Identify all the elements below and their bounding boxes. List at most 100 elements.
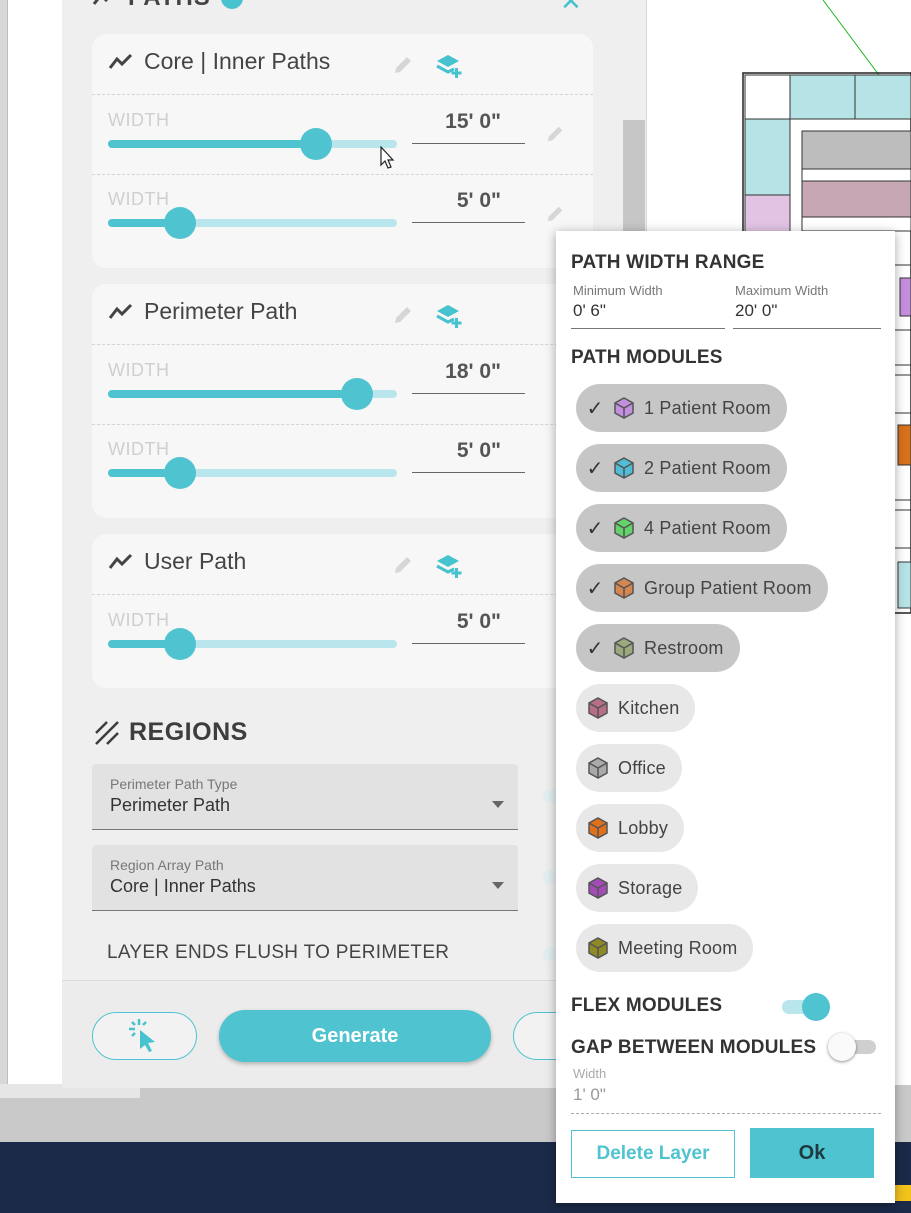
layer-ends-flush-label: LAYER ENDS FLUSH TO PERIMETER: [107, 942, 450, 963]
edit-pencil-icon[interactable]: [545, 204, 565, 224]
path-icon: [108, 53, 133, 69]
module-cube-icon: [588, 697, 608, 719]
module-chip[interactable]: ✓ 4 Patient Room: [576, 504, 787, 552]
module-cube-icon: [614, 517, 634, 539]
path-card-header: Core | Inner Paths: [108, 48, 330, 75]
width-slider[interactable]: [108, 457, 397, 489]
width-slider-fill: [108, 390, 357, 398]
path-card-core: Core | Inner Paths WIDTH 15' 0" WIDTH 5'…: [92, 34, 593, 268]
gap-width-underline: [571, 1113, 881, 1114]
toggle-knob: [828, 1033, 856, 1061]
width-slider-knob[interactable]: [300, 128, 333, 160]
cursor-click-icon: [129, 1019, 155, 1052]
check-icon: ✓: [586, 577, 604, 600]
row-divider: [92, 344, 593, 345]
width-slider-knob[interactable]: [164, 457, 197, 489]
minimum-width-field[interactable]: Minimum Width 0' 6": [571, 283, 725, 329]
gap-between-modules-toggle[interactable]: [828, 1033, 878, 1061]
row-divider: [92, 174, 593, 175]
module-chip-label: Office: [618, 757, 666, 778]
path-card-header: User Path: [108, 548, 246, 575]
module-chip[interactable]: ✓ Restroom: [576, 624, 740, 672]
regions-title: REGIONS: [129, 718, 248, 746]
info-icon[interactable]: [220, 0, 243, 9]
region-array-path-select[interactable]: Region Array Path Core | Inner Paths: [92, 845, 518, 911]
select-button[interactable]: [92, 1012, 197, 1060]
close-icon[interactable]: ✕: [560, 0, 582, 17]
select-value: Perimeter Path: [110, 795, 231, 815]
width-slider[interactable]: [108, 128, 397, 160]
flex-modules-toggle[interactable]: [782, 993, 830, 1021]
module-cube-icon: [588, 877, 608, 899]
edit-pencil-icon[interactable]: [545, 124, 565, 144]
regions-hatch-icon: [95, 720, 119, 745]
flex-modules-label: FLEX MODULES: [571, 995, 723, 1016]
window-left-edge: [0, 0, 8, 1090]
width-slider-fill: [108, 140, 317, 148]
edit-pencil-icon[interactable]: [392, 304, 414, 326]
width-value-field[interactable]: 5' 0": [412, 189, 525, 223]
module-chip[interactable]: Kitchen: [576, 684, 696, 732]
width-slider-knob[interactable]: [164, 207, 197, 239]
dropdown-caret-icon: [492, 882, 504, 889]
taskbar-tray-icon[interactable]: [893, 1185, 911, 1201]
ok-button[interactable]: Ok: [750, 1128, 874, 1178]
field-label: Minimum Width: [573, 283, 663, 298]
add-layer-icon[interactable]: [434, 550, 464, 580]
check-icon: ✓: [586, 517, 604, 540]
add-layer-icon[interactable]: [434, 300, 464, 330]
toggle-knob-hint: [543, 870, 557, 884]
width-slider-knob[interactable]: [340, 378, 373, 410]
path-modules-title: PATH MODULES: [571, 347, 723, 368]
module-chip[interactable]: Office: [576, 744, 682, 792]
width-value-field[interactable]: 5' 0": [412, 439, 525, 473]
module-chip[interactable]: ✓ 1 Patient Room: [576, 384, 787, 432]
path-card-header: Perimeter Path: [108, 298, 297, 325]
module-cube-icon: [614, 637, 634, 659]
delete-layer-button[interactable]: Delete Layer: [571, 1130, 735, 1178]
select-label: Perimeter Path Type: [110, 776, 238, 792]
width-value-field[interactable]: 18' 0": [412, 360, 525, 394]
add-layer-icon[interactable]: [434, 50, 464, 80]
module-chip[interactable]: ✓ Group Patient Room: [576, 564, 828, 612]
regions-header: REGIONS: [95, 718, 248, 747]
gap-between-modules-label: GAP BETWEEN MODULES: [571, 1037, 817, 1058]
path-settings-popup: PATH WIDTH RANGE Minimum Width 0' 6" Max…: [556, 231, 895, 1203]
check-icon: ✓: [586, 637, 604, 660]
width-label: WIDTH: [108, 360, 170, 380]
field-label: Maximum Width: [735, 283, 829, 298]
module-chip-label: Meeting Room: [618, 937, 738, 958]
gap-width-label: Width: [573, 1066, 607, 1081]
width-slider[interactable]: [108, 207, 397, 239]
module-chip[interactable]: ✓ 2 Patient Room: [576, 444, 787, 492]
width-slider[interactable]: [108, 378, 397, 410]
module-chip-label: Kitchen: [618, 697, 680, 718]
field-value: 20' 0": [735, 301, 778, 320]
width-value-field[interactable]: 5' 0": [412, 610, 525, 644]
path-card-perimeter: Perimeter Path WIDTH 18' 0" WIDTH 5' 0": [92, 284, 593, 518]
perimeter-path-type-select[interactable]: Perimeter Path Type Perimeter Path: [92, 764, 518, 830]
gap-width-value[interactable]: 1' 0": [573, 1085, 606, 1105]
mouse-pointer-icon: [380, 146, 395, 169]
module-chip[interactable]: Storage: [576, 864, 699, 912]
edit-pencil-icon[interactable]: [392, 554, 414, 576]
row-divider: [92, 594, 593, 595]
module-chip-label: 4 Patient Room: [644, 517, 771, 538]
module-cube-icon: [588, 817, 608, 839]
module-chip-label: Restroom: [644, 637, 724, 658]
maximum-width-field[interactable]: Maximum Width 20' 0": [733, 283, 881, 329]
module-chip[interactable]: Lobby: [576, 804, 685, 852]
edit-pencil-icon[interactable]: [392, 54, 414, 76]
dropdown-caret-icon: [492, 801, 504, 808]
module-chip[interactable]: Meeting Room: [576, 924, 754, 972]
generate-button[interactable]: Generate: [219, 1010, 491, 1062]
select-value: Core | Inner Paths: [110, 876, 256, 896]
module-chip-label: 2 Patient Room: [644, 457, 771, 478]
path-name: Perimeter Path: [144, 298, 298, 324]
width-value-field[interactable]: 15' 0": [412, 110, 525, 144]
row-divider: [92, 94, 593, 95]
width-slider-knob[interactable]: [164, 628, 197, 660]
layer-ends-toggle[interactable]: [543, 947, 557, 961]
width-slider[interactable]: [108, 628, 397, 660]
check-icon: ✓: [586, 457, 604, 480]
